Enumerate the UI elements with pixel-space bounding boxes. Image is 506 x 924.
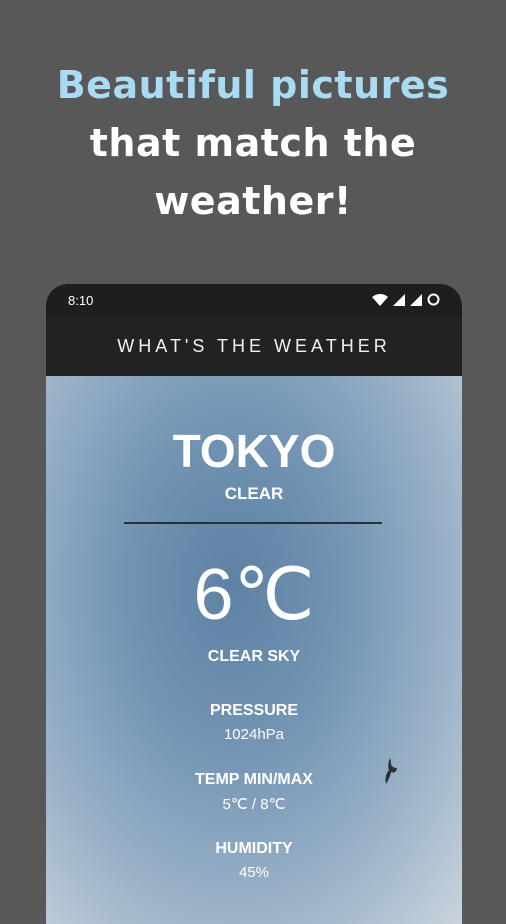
city-name: TOKYO [172,425,336,477]
promo-line-1: Beautiful pictures [56,63,450,107]
bird-icon [385,758,397,784]
temp-minmax-label: TEMP MIN/MAX [195,771,313,788]
pressure-label: PRESSURE [209,702,299,719]
humidity-label: HUMIDITY [215,840,293,857]
app-title: WHAT'S THE WEATHER [117,335,391,356]
pressure-value: 1024hPa [223,726,285,743]
battery-icon [427,293,440,306]
signal-icon [393,293,405,306]
promo-line-2: that match the [89,121,417,165]
promo-headline: Beautiful pictures that match the weathe… [0,56,506,230]
weather-panel: TOKYO CLEAR 6℃ CLEAR SKY PRESSURE 1024hP… [46,376,462,924]
weather-description: CLEAR SKY [207,648,301,665]
wifi-icon [372,293,388,306]
temp-minmax-value: 5℃ / 8℃ [222,796,286,813]
phone-frame: 8:10 WHAT'S THE WEATHER TOKYO CLEAR 6℃ C… [46,284,462,924]
app-bar: WHAT'S THE WEATHER [46,316,462,376]
signal-icon [410,293,422,306]
divider [124,522,382,524]
status-bar: 8:10 [46,284,462,316]
weather-condition: CLEAR [224,484,284,503]
status-time: 8:10 [68,293,94,308]
temperature: 6℃ [193,555,315,635]
status-icons [372,293,440,306]
promo-line-3: weather! [154,179,352,223]
humidity-value: 45% [238,864,270,881]
